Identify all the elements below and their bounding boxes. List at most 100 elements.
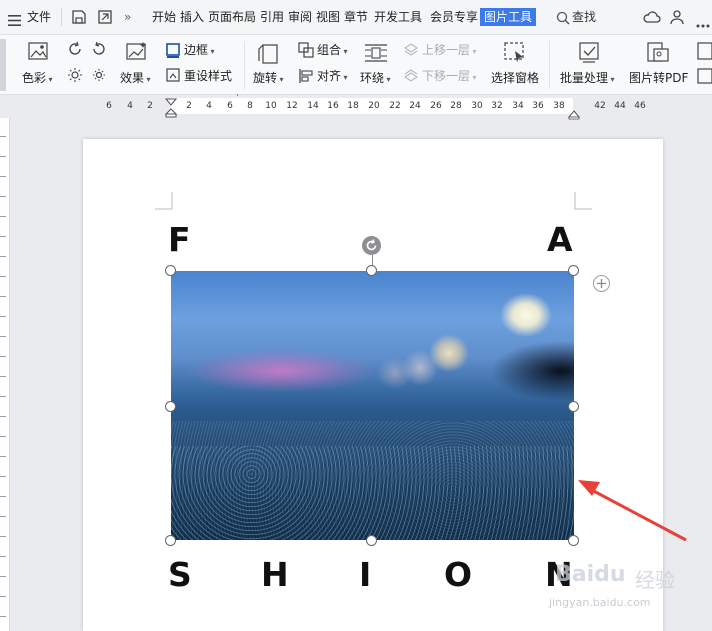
send-backward-button[interactable]: 下移一层 ▾	[422, 69, 477, 85]
ruler-number: 44	[614, 101, 626, 111]
tab-picture-tools[interactable]: 图片工具	[480, 8, 537, 26]
letter-a: A	[547, 220, 573, 259]
chevron-down-icon: ▾	[470, 47, 477, 56]
increase-contrast-icon[interactable]	[67, 41, 83, 61]
ruler-number: 26	[430, 101, 442, 111]
reset-style-button[interactable]: 重设样式	[184, 69, 232, 83]
resize-handle-bottom[interactable]	[366, 535, 377, 546]
effects-button[interactable]: 效果 ▾	[120, 71, 151, 87]
more-options-icon[interactable]	[696, 14, 710, 33]
rotate-icon[interactable]	[257, 41, 281, 69]
tab-chapter[interactable]: 章节	[344, 9, 368, 25]
bring-forward-icon[interactable]	[403, 42, 419, 62]
layout-options-button[interactable]	[593, 275, 610, 292]
ruler-number: 6	[227, 101, 233, 111]
indent-marker-icon[interactable]	[164, 98, 178, 122]
ruler-number: 36	[532, 101, 544, 111]
batch-process-icon[interactable]	[578, 41, 602, 69]
share-user-icon[interactable]	[670, 9, 686, 29]
group-button[interactable]: 组合 ▾	[317, 43, 348, 59]
resize-handle-left[interactable]	[165, 401, 176, 412]
search-label[interactable]: 查找	[572, 9, 596, 25]
text-wrap-icon[interactable]	[364, 42, 388, 68]
decrease-brightness-icon[interactable]	[91, 67, 107, 87]
resize-handle-top-left[interactable]	[165, 265, 176, 276]
ruler-number: 4	[127, 101, 133, 111]
increase-brightness-icon[interactable]	[67, 67, 83, 87]
resize-handle-top[interactable]	[366, 265, 377, 276]
more-icon[interactable]: »	[124, 9, 131, 25]
ribbon-left-edge	[0, 39, 6, 91]
color-button[interactable]: 色彩 ▾	[22, 71, 53, 87]
margin-corner-mark	[155, 192, 173, 214]
letter-i: I	[359, 555, 372, 594]
selection-pane-button[interactable]: 选择窗格	[491, 71, 539, 85]
border-icon[interactable]	[165, 42, 181, 62]
right-indent-marker-icon[interactable]	[567, 105, 581, 124]
chevron-down-icon: ▾	[608, 75, 615, 84]
menu-bar: 文件 » 开始 插入 页面布局 引用 审阅 视图 章节 开发工具 会员专享 图片…	[0, 0, 712, 35]
rotate-label: 旋转	[253, 71, 278, 85]
ruler-tick	[0, 156, 6, 157]
batch-process-button[interactable]: 批量处理 ▾	[560, 71, 615, 87]
ruler-number: 24	[409, 101, 421, 111]
effects-icon[interactable]	[125, 41, 149, 67]
ruler-number: 18	[347, 101, 359, 111]
ruler-number: 22	[389, 101, 401, 111]
ruler-number: 14	[307, 101, 319, 111]
resize-handle-bottom-left[interactable]	[165, 535, 176, 546]
bring-forward-label: 上移一层	[422, 43, 471, 57]
chevron-down-icon: ▾	[46, 75, 53, 84]
ruler-tick	[0, 516, 6, 517]
border-button[interactable]: 边框 ▾	[184, 43, 215, 59]
selection-pane-icon[interactable]	[503, 41, 527, 69]
ruler-tick	[0, 496, 6, 497]
ruler-tick	[0, 596, 6, 597]
ruler-tick	[0, 336, 6, 337]
tab-view[interactable]: 视图	[316, 9, 340, 25]
ruler-number: 6	[106, 101, 112, 111]
tab-page-layout[interactable]: 页面布局	[208, 9, 256, 25]
tab-review[interactable]: 审阅	[288, 9, 312, 25]
resize-handle-top-right[interactable]	[568, 265, 579, 276]
cloud-icon[interactable]	[643, 9, 661, 29]
ruler-tick	[0, 396, 6, 397]
color-label: 色彩	[22, 71, 47, 85]
menu-icon[interactable]	[8, 11, 21, 26]
ruler-tick	[0, 356, 6, 357]
align-button[interactable]: 对齐 ▾	[317, 69, 348, 85]
ruler-number: 10	[265, 101, 277, 111]
image-to-pdf-icon[interactable]	[646, 41, 670, 69]
margin-corner-mark	[574, 192, 592, 214]
align-icon[interactable]	[298, 68, 314, 88]
ruler-tick	[0, 476, 6, 477]
group-icon[interactable]	[298, 42, 314, 62]
reset-style-icon[interactable]	[165, 67, 181, 87]
send-backward-icon[interactable]	[403, 68, 419, 88]
next-tool-icon[interactable]	[697, 41, 712, 89]
save-icon[interactable]	[71, 9, 87, 29]
image-to-pdf-button[interactable]: 图片转PDF	[629, 71, 688, 85]
ruler-tick	[0, 616, 6, 617]
tab-references[interactable]: 引用	[260, 9, 284, 25]
tab-developer[interactable]: 开发工具	[374, 9, 422, 25]
wrap-button[interactable]: 环绕 ▾	[360, 71, 391, 87]
ruler-tick	[0, 576, 6, 577]
export-icon[interactable]	[97, 9, 113, 29]
bring-forward-button[interactable]: 上移一层 ▾	[422, 43, 477, 59]
color-adjust-icon[interactable]	[27, 41, 51, 67]
tab-member[interactable]: 会员专享	[430, 9, 478, 25]
rotate-button[interactable]: 旋转 ▾	[253, 71, 284, 87]
tab-insert[interactable]: 插入	[180, 9, 204, 25]
tab-home[interactable]: 开始	[152, 9, 176, 25]
letter-o: O	[444, 555, 473, 594]
resize-handle-right[interactable]	[568, 401, 579, 412]
menu-file[interactable]: 文件	[27, 9, 51, 25]
rotate-handle[interactable]	[362, 236, 381, 255]
search-icon[interactable]	[556, 10, 570, 29]
ruler-tick	[0, 136, 6, 137]
selected-image[interactable]	[171, 271, 574, 540]
ruler-number: 30	[471, 101, 483, 111]
chevron-down-icon: ▾	[341, 73, 348, 82]
decrease-contrast-icon[interactable]	[91, 41, 107, 61]
